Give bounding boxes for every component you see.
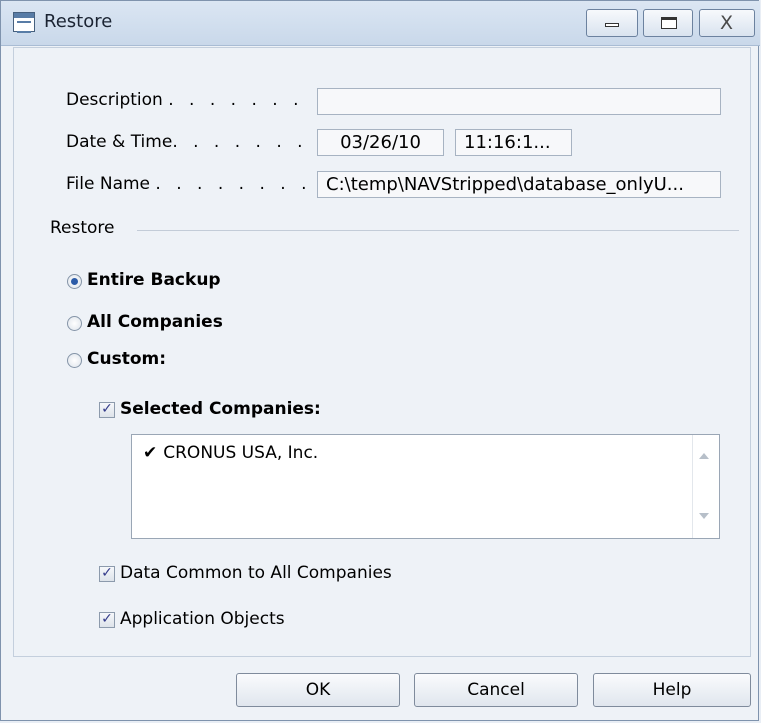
minimize-icon [605, 23, 619, 27]
help-button[interactable]: Help [593, 673, 751, 707]
filename-label: File Name . . . . . . . . [66, 174, 311, 194]
listbox-scrollbar[interactable] [692, 435, 719, 538]
all-companies-radio[interactable] [67, 316, 82, 331]
checkmark-icon: ✔ [143, 443, 158, 463]
selected-companies-label[interactable]: Selected Companies: [120, 399, 321, 419]
maximize-icon [661, 17, 677, 29]
description-label: Description . . . . . . . [66, 90, 303, 110]
custom-label[interactable]: Custom: [87, 349, 166, 369]
all-companies-label[interactable]: All Companies [87, 312, 223, 332]
companies-listbox[interactable]: ✔ CRONUS USA, Inc. [131, 434, 720, 539]
close-icon: X [720, 12, 734, 34]
description-dots: . . . . . . . [168, 90, 304, 110]
minimize-button[interactable] [586, 9, 638, 37]
description-label-text: Description [66, 90, 163, 110]
description-field[interactable] [317, 88, 721, 115]
list-item[interactable]: ✔ CRONUS USA, Inc. [143, 443, 318, 463]
entire-backup-radio[interactable] [67, 274, 82, 289]
date-field[interactable]: 03/26/10 [317, 129, 444, 156]
cancel-button[interactable]: Cancel [414, 673, 578, 707]
scroll-down-icon[interactable] [699, 513, 709, 519]
restore-dialog: Restore X Description . . . . . . . Date… [0, 0, 760, 721]
restore-section-label: Restore [50, 218, 115, 238]
selected-companies-checkbox[interactable]: ✓ [99, 402, 115, 418]
maximize-button[interactable] [643, 9, 693, 37]
application-objects-checkbox[interactable]: ✓ [99, 612, 115, 628]
datetime-dots: . . . . . . . [172, 132, 308, 152]
data-common-checkbox[interactable]: ✓ [99, 566, 115, 582]
company-name: CRONUS USA, Inc. [163, 443, 319, 463]
datetime-label-text: Date & Time [66, 132, 173, 152]
ok-button[interactable]: OK [236, 673, 400, 707]
section-divider [137, 230, 739, 231]
filename-label-text: File Name [66, 174, 151, 194]
time-field[interactable]: 11:16:1... [455, 129, 572, 156]
scroll-up-icon[interactable] [699, 453, 709, 459]
filename-dots: . . . . . . . . [155, 174, 312, 194]
window-title: Restore [44, 11, 113, 32]
filename-field[interactable]: C:\temp\NAVStripped\database_onlyU... [317, 171, 721, 198]
datetime-label: Date & Time. . . . . . . [66, 132, 308, 152]
close-button[interactable]: X [699, 9, 755, 37]
application-objects-label[interactable]: Application Objects [120, 609, 285, 629]
title-bar[interactable]: Restore X [1, 1, 760, 46]
custom-radio[interactable] [67, 353, 82, 368]
data-common-label[interactable]: Data Common to All Companies [120, 563, 392, 583]
entire-backup-label[interactable]: Entire Backup [87, 270, 221, 290]
form-icon [13, 12, 35, 33]
